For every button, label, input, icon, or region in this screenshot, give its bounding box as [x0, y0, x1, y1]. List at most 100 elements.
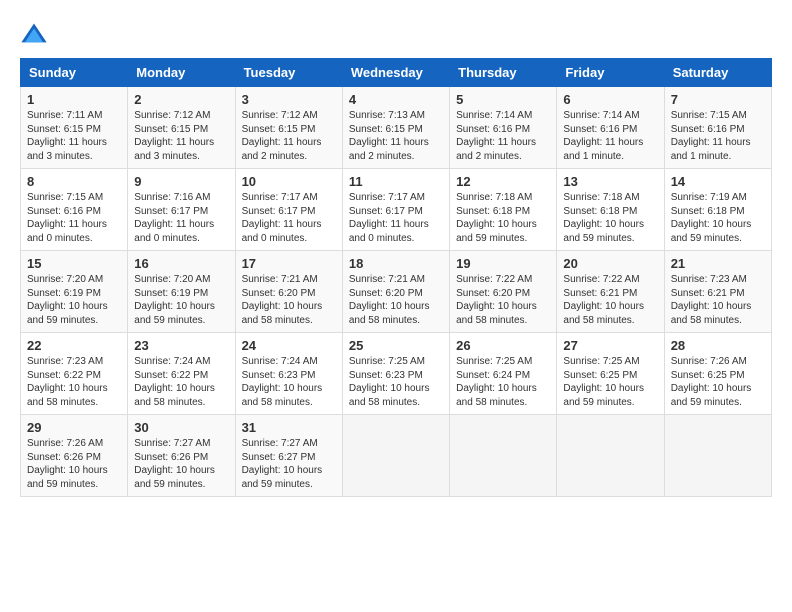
day-info: Sunrise: 7:18 AMSunset: 6:18 PMDaylight:… [563, 192, 644, 244]
calendar-week-2: 8 Sunrise: 7:15 AMSunset: 6:16 PMDayligh… [21, 169, 772, 251]
calendar-cell: 10 Sunrise: 7:17 AMSunset: 6:17 PMDaylig… [235, 169, 342, 251]
calendar-cell: 15 Sunrise: 7:20 AMSunset: 6:19 PMDaylig… [21, 251, 128, 333]
day-number: 22 [27, 338, 121, 353]
logo-icon [20, 20, 48, 48]
day-number: 25 [349, 338, 443, 353]
day-info: Sunrise: 7:20 AMSunset: 6:19 PMDaylight:… [134, 274, 215, 326]
day-info: Sunrise: 7:21 AMSunset: 6:20 PMDaylight:… [349, 274, 430, 326]
day-number: 6 [563, 92, 657, 107]
day-info: Sunrise: 7:22 AMSunset: 6:20 PMDaylight:… [456, 274, 537, 326]
day-info: Sunrise: 7:12 AMSunset: 6:15 PMDaylight:… [134, 110, 214, 162]
day-number: 26 [456, 338, 550, 353]
day-info: Sunrise: 7:12 AMSunset: 6:15 PMDaylight:… [242, 110, 322, 162]
day-number: 19 [456, 256, 550, 271]
day-info: Sunrise: 7:26 AMSunset: 6:26 PMDaylight:… [27, 438, 108, 490]
day-info: Sunrise: 7:11 AMSunset: 6:15 PMDaylight:… [27, 110, 107, 162]
day-number: 2 [134, 92, 228, 107]
calendar-cell: 16 Sunrise: 7:20 AMSunset: 6:19 PMDaylig… [128, 251, 235, 333]
calendar-cell: 2 Sunrise: 7:12 AMSunset: 6:15 PMDayligh… [128, 87, 235, 169]
day-info: Sunrise: 7:25 AMSunset: 6:23 PMDaylight:… [349, 356, 430, 408]
calendar-cell: 13 Sunrise: 7:18 AMSunset: 6:18 PMDaylig… [557, 169, 664, 251]
day-info: Sunrise: 7:23 AMSunset: 6:21 PMDaylight:… [671, 274, 752, 326]
day-info: Sunrise: 7:23 AMSunset: 6:22 PMDaylight:… [27, 356, 108, 408]
day-number: 10 [242, 174, 336, 189]
day-info: Sunrise: 7:27 AMSunset: 6:27 PMDaylight:… [242, 438, 323, 490]
calendar-cell [450, 415, 557, 497]
day-number: 15 [27, 256, 121, 271]
day-number: 3 [242, 92, 336, 107]
day-number: 11 [349, 174, 443, 189]
day-number: 5 [456, 92, 550, 107]
calendar-cell: 1 Sunrise: 7:11 AMSunset: 6:15 PMDayligh… [21, 87, 128, 169]
calendar-week-5: 29 Sunrise: 7:26 AMSunset: 6:26 PMDaylig… [21, 415, 772, 497]
day-number: 16 [134, 256, 228, 271]
day-number: 29 [27, 420, 121, 435]
calendar-cell: 11 Sunrise: 7:17 AMSunset: 6:17 PMDaylig… [342, 169, 449, 251]
calendar-cell: 18 Sunrise: 7:21 AMSunset: 6:20 PMDaylig… [342, 251, 449, 333]
day-number: 13 [563, 174, 657, 189]
calendar-cell: 26 Sunrise: 7:25 AMSunset: 6:24 PMDaylig… [450, 333, 557, 415]
weekday-header-sunday: Sunday [21, 59, 128, 87]
day-number: 8 [27, 174, 121, 189]
day-number: 23 [134, 338, 228, 353]
day-number: 4 [349, 92, 443, 107]
day-number: 12 [456, 174, 550, 189]
weekday-header-saturday: Saturday [664, 59, 771, 87]
calendar-cell: 3 Sunrise: 7:12 AMSunset: 6:15 PMDayligh… [235, 87, 342, 169]
day-number: 17 [242, 256, 336, 271]
calendar-cell: 4 Sunrise: 7:13 AMSunset: 6:15 PMDayligh… [342, 87, 449, 169]
day-number: 9 [134, 174, 228, 189]
calendar-cell: 12 Sunrise: 7:18 AMSunset: 6:18 PMDaylig… [450, 169, 557, 251]
calendar-cell: 20 Sunrise: 7:22 AMSunset: 6:21 PMDaylig… [557, 251, 664, 333]
calendar-cell: 9 Sunrise: 7:16 AMSunset: 6:17 PMDayligh… [128, 169, 235, 251]
day-info: Sunrise: 7:15 AMSunset: 6:16 PMDaylight:… [671, 110, 751, 162]
day-info: Sunrise: 7:14 AMSunset: 6:16 PMDaylight:… [563, 110, 643, 162]
calendar-cell: 24 Sunrise: 7:24 AMSunset: 6:23 PMDaylig… [235, 333, 342, 415]
logo [20, 20, 52, 48]
page-header [20, 20, 772, 48]
calendar-week-4: 22 Sunrise: 7:23 AMSunset: 6:22 PMDaylig… [21, 333, 772, 415]
day-info: Sunrise: 7:18 AMSunset: 6:18 PMDaylight:… [456, 192, 537, 244]
day-info: Sunrise: 7:13 AMSunset: 6:15 PMDaylight:… [349, 110, 429, 162]
calendar-week-3: 15 Sunrise: 7:20 AMSunset: 6:19 PMDaylig… [21, 251, 772, 333]
day-info: Sunrise: 7:27 AMSunset: 6:26 PMDaylight:… [134, 438, 215, 490]
day-number: 31 [242, 420, 336, 435]
calendar-table: SundayMondayTuesdayWednesdayThursdayFrid… [20, 58, 772, 497]
calendar-cell: 6 Sunrise: 7:14 AMSunset: 6:16 PMDayligh… [557, 87, 664, 169]
day-info: Sunrise: 7:24 AMSunset: 6:23 PMDaylight:… [242, 356, 323, 408]
calendar-cell: 25 Sunrise: 7:25 AMSunset: 6:23 PMDaylig… [342, 333, 449, 415]
weekday-header-thursday: Thursday [450, 59, 557, 87]
day-info: Sunrise: 7:17 AMSunset: 6:17 PMDaylight:… [242, 192, 322, 244]
calendar-cell [664, 415, 771, 497]
day-info: Sunrise: 7:25 AMSunset: 6:25 PMDaylight:… [563, 356, 644, 408]
calendar-cell: 28 Sunrise: 7:26 AMSunset: 6:25 PMDaylig… [664, 333, 771, 415]
weekday-header-friday: Friday [557, 59, 664, 87]
day-info: Sunrise: 7:15 AMSunset: 6:16 PMDaylight:… [27, 192, 107, 244]
calendar-header-row: SundayMondayTuesdayWednesdayThursdayFrid… [21, 59, 772, 87]
day-number: 27 [563, 338, 657, 353]
day-number: 14 [671, 174, 765, 189]
day-number: 18 [349, 256, 443, 271]
day-info: Sunrise: 7:14 AMSunset: 6:16 PMDaylight:… [456, 110, 536, 162]
day-number: 30 [134, 420, 228, 435]
day-info: Sunrise: 7:19 AMSunset: 6:18 PMDaylight:… [671, 192, 752, 244]
calendar-cell: 19 Sunrise: 7:22 AMSunset: 6:20 PMDaylig… [450, 251, 557, 333]
day-number: 7 [671, 92, 765, 107]
calendar-cell: 22 Sunrise: 7:23 AMSunset: 6:22 PMDaylig… [21, 333, 128, 415]
calendar-cell: 23 Sunrise: 7:24 AMSunset: 6:22 PMDaylig… [128, 333, 235, 415]
calendar-week-1: 1 Sunrise: 7:11 AMSunset: 6:15 PMDayligh… [21, 87, 772, 169]
day-number: 24 [242, 338, 336, 353]
day-number: 1 [27, 92, 121, 107]
day-number: 20 [563, 256, 657, 271]
day-number: 21 [671, 256, 765, 271]
day-info: Sunrise: 7:22 AMSunset: 6:21 PMDaylight:… [563, 274, 644, 326]
calendar-cell: 7 Sunrise: 7:15 AMSunset: 6:16 PMDayligh… [664, 87, 771, 169]
calendar-cell [557, 415, 664, 497]
calendar-cell: 27 Sunrise: 7:25 AMSunset: 6:25 PMDaylig… [557, 333, 664, 415]
calendar-cell: 14 Sunrise: 7:19 AMSunset: 6:18 PMDaylig… [664, 169, 771, 251]
weekday-header-monday: Monday [128, 59, 235, 87]
day-info: Sunrise: 7:26 AMSunset: 6:25 PMDaylight:… [671, 356, 752, 408]
calendar-cell: 31 Sunrise: 7:27 AMSunset: 6:27 PMDaylig… [235, 415, 342, 497]
calendar-cell: 29 Sunrise: 7:26 AMSunset: 6:26 PMDaylig… [21, 415, 128, 497]
calendar-cell: 5 Sunrise: 7:14 AMSunset: 6:16 PMDayligh… [450, 87, 557, 169]
